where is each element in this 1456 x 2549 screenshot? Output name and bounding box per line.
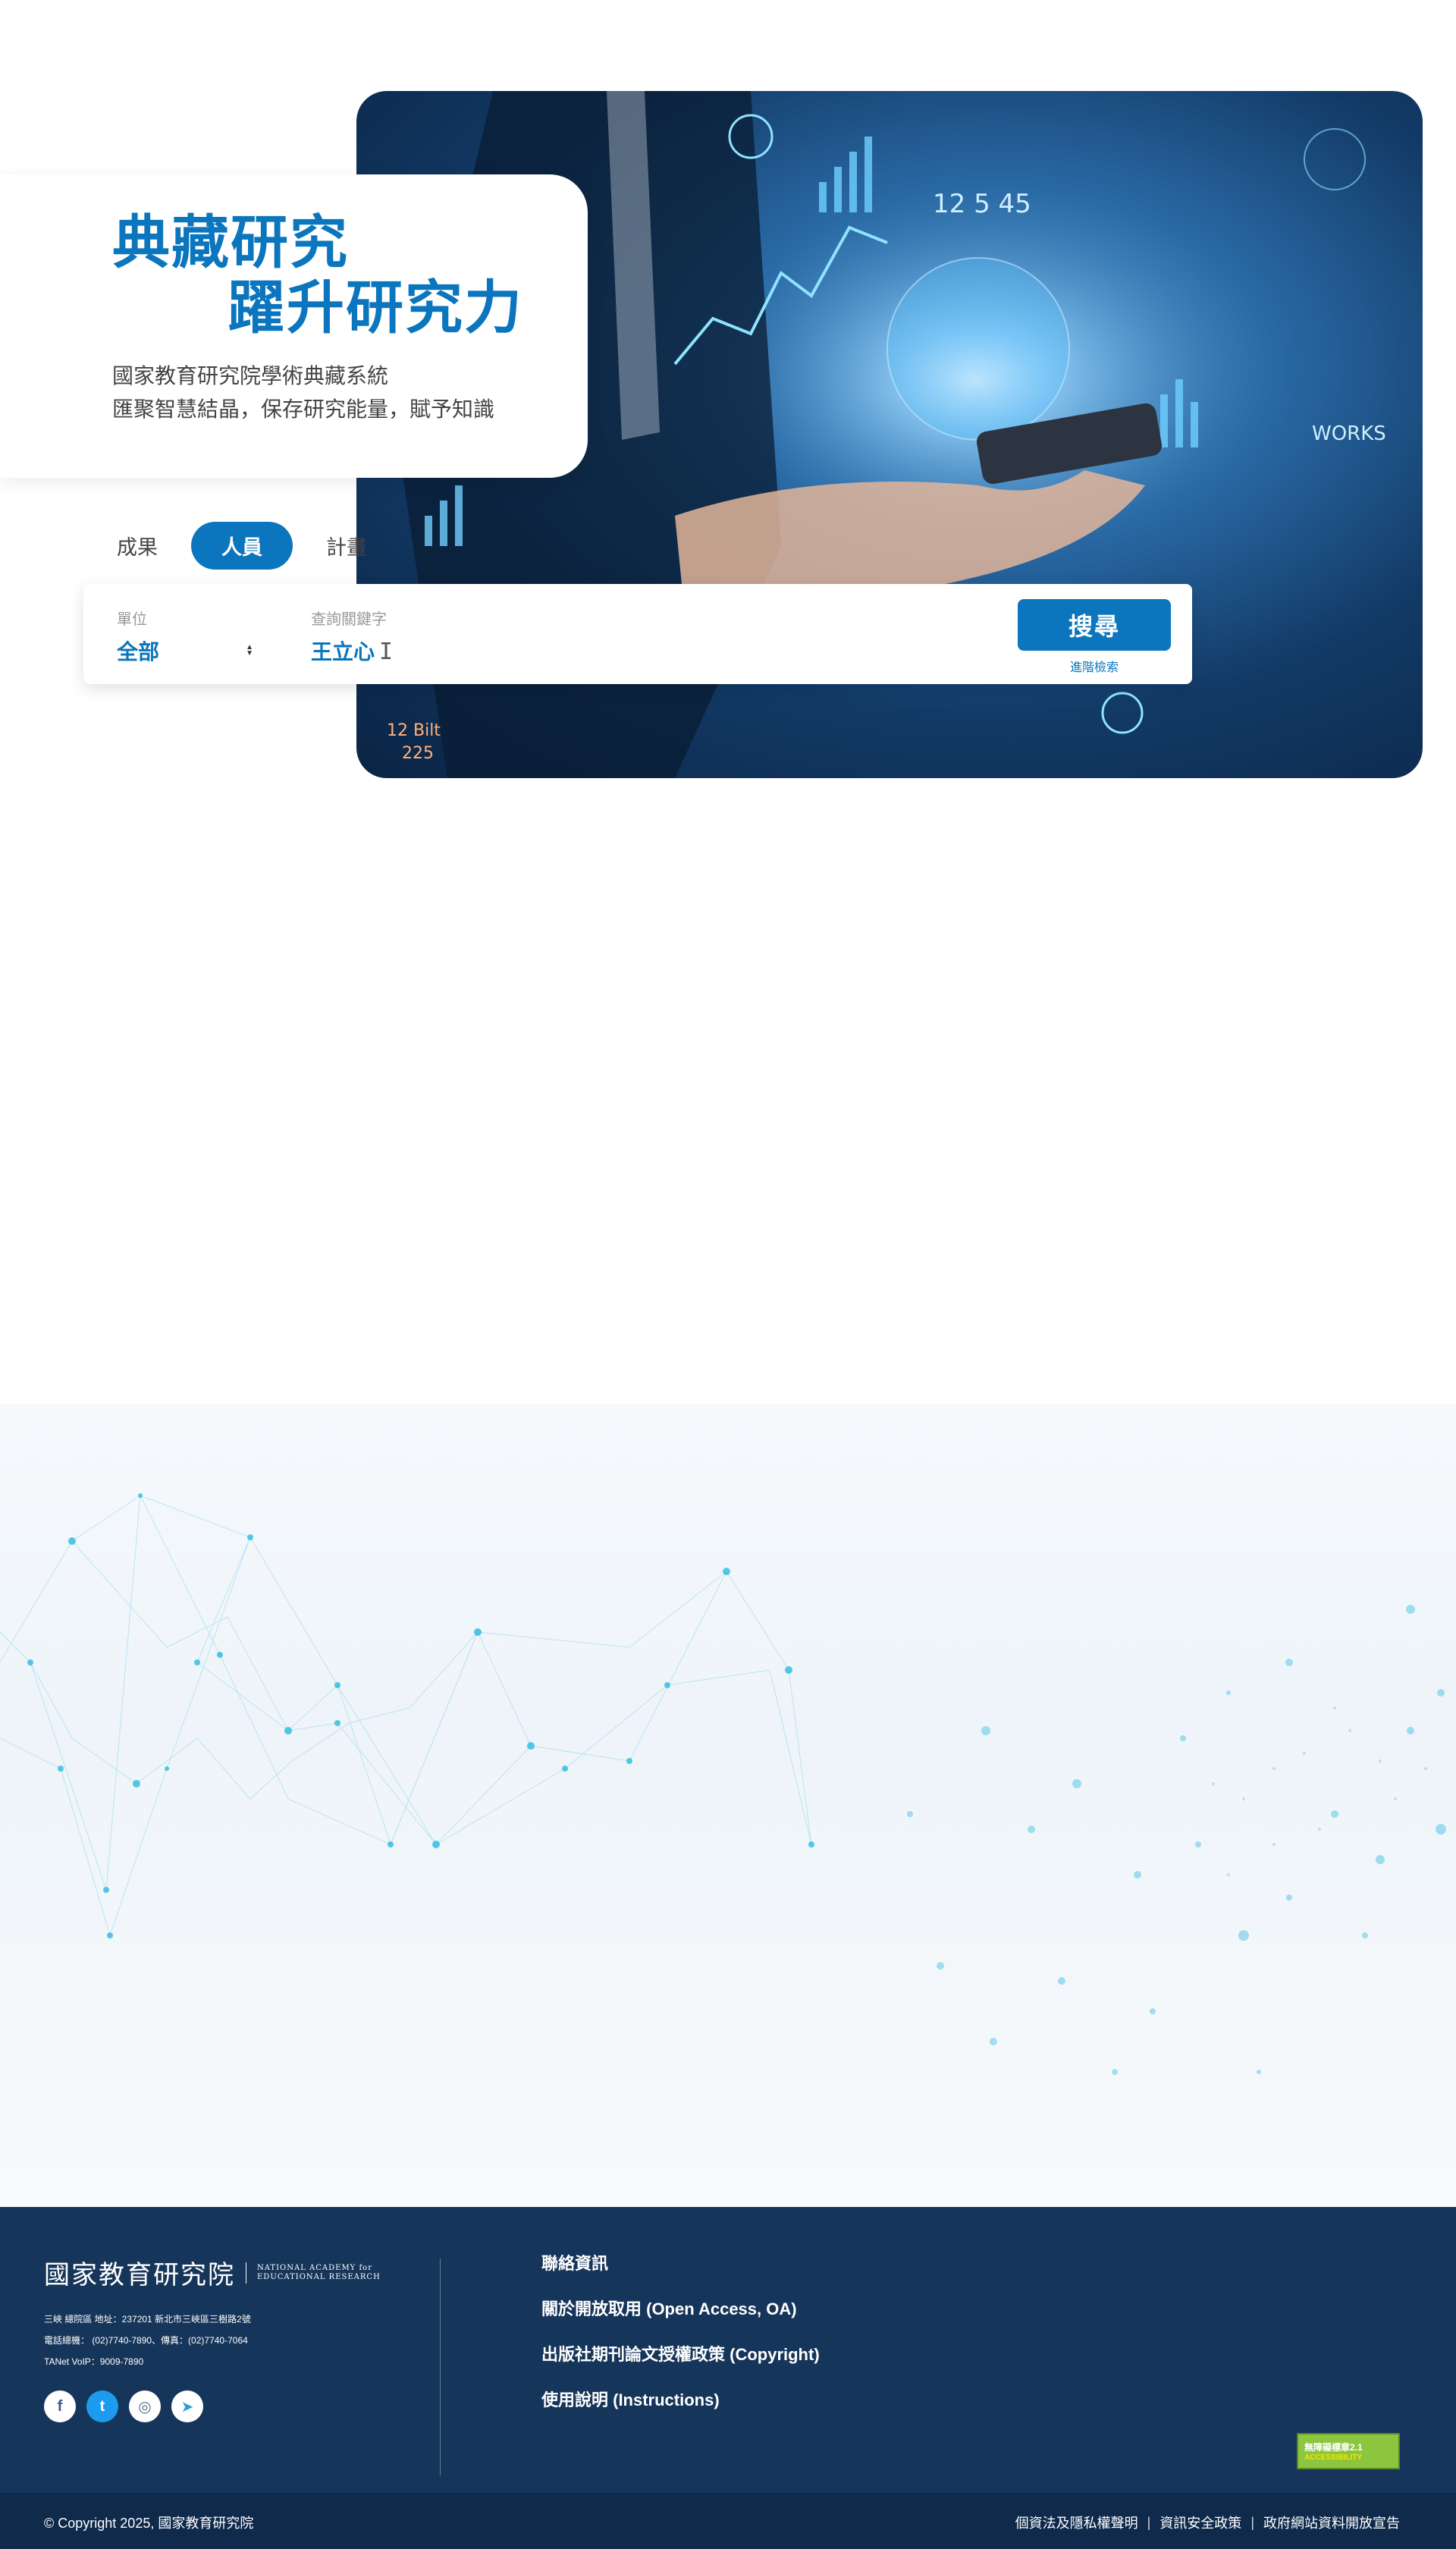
social-links: f t ◎ ➤ xyxy=(44,2390,203,2422)
footer-link-instructions[interactable]: 使用說明 (Instructions) xyxy=(541,2389,820,2412)
svg-text:12 5 45: 12 5 45 xyxy=(933,189,1031,219)
tab-people[interactable]: 人員 xyxy=(191,522,293,570)
security-policy-link[interactable]: 資訊安全政策 xyxy=(1159,2513,1241,2532)
footer-bottom-bar: © Copyright 2025, 國家教育研究院 個資法及隱私權聲明 | 資訊… xyxy=(0,2493,1456,2549)
advanced-search-link[interactable]: 進階檢索 xyxy=(1018,657,1171,675)
footer-contact-info: 三峽 總院區 地址：237201 新北市三峽區三樹路2號 電話總機： (02)7… xyxy=(44,2309,251,2372)
hero-title-line2: 躍升研究力 xyxy=(228,276,523,341)
hero-subtitle-line2: 匯聚智慧結晶，保存研究能量，賦予知識 xyxy=(112,397,495,421)
unit-label: 單位 xyxy=(117,611,147,628)
footer-divider xyxy=(440,2259,441,2475)
select-arrows-icon: ▲ ▼ xyxy=(246,643,253,658)
hero-subtitle-line1: 國家教育研究院學術典藏系統 xyxy=(112,364,389,388)
accessibility-badge[interactable]: 無障礙標章2.1 ACCESSIBILITY xyxy=(1297,2433,1400,2469)
telegram-icon[interactable]: ➤ xyxy=(171,2390,203,2422)
svg-text:12 Bilt: 12 Bilt xyxy=(387,721,441,740)
svg-text:225: 225 xyxy=(402,744,434,763)
page: 12 5 45 WORKS 12 Bilt 225 典藏研究 躍升研究力 國家教… xyxy=(0,0,1456,2549)
accessibility-badge-text: ACCESSIBILITY xyxy=(1304,2453,1363,2462)
footer-link-contact[interactable]: 聯絡資訊 xyxy=(541,2252,820,2275)
facebook-icon[interactable]: f xyxy=(44,2390,76,2422)
link-separator: | xyxy=(1250,2514,1254,2530)
privacy-policy-link[interactable]: 個資法及隱私權聲明 xyxy=(1015,2513,1138,2532)
logo-english-line1: NATIONAL ACADEMY for xyxy=(257,2263,372,2272)
tab-projects[interactable]: 計畫 xyxy=(312,522,381,570)
keyword-input[interactable] xyxy=(311,633,918,669)
hero-subtitle: 國家教育研究院學術典藏系統 匯聚智慧結晶，保存研究能量，賦予知識 xyxy=(112,359,588,426)
unit-select-value: 全部 xyxy=(117,640,160,664)
footer-address: 三峽 總院區 地址：237201 新北市三峽區三樹路2號 xyxy=(44,2314,251,2325)
link-separator: | xyxy=(1147,2514,1151,2530)
keyword-label: 查詢關鍵字 xyxy=(311,611,387,628)
footer-link-copyright[interactable]: 出版社期刊論文授權政策 (Copyright) xyxy=(541,2343,820,2366)
footer-voip: TANet VoIP：9009-7890 xyxy=(44,2356,144,2367)
footer-links: 聯絡資訊 關於開放取用 (Open Access, OA) 出版社期刊論文授權政… xyxy=(541,2252,820,2434)
tab-outcomes[interactable]: 成果 xyxy=(103,522,171,570)
search-button[interactable]: 搜尋 xyxy=(1018,599,1171,651)
footer-logo[interactable]: 國家教育研究院 NATIONAL ACADEMY for EDUCATIONAL… xyxy=(44,2254,381,2291)
search-tabs: 成果 人員 計畫 xyxy=(103,522,381,570)
footer: 國家教育研究院 NATIONAL ACADEMY for EDUCATIONAL… xyxy=(0,2207,1456,2493)
twitter-icon[interactable]: t xyxy=(86,2390,118,2422)
text-cursor-icon: I xyxy=(379,639,394,665)
hero-title: 典藏研究 xyxy=(112,211,349,275)
footer-phone: 電話總機： (02)7740-7890、傳真：(02)7740-7064 xyxy=(44,2335,248,2346)
unit-select[interactable]: 全部 ▲ ▼ xyxy=(117,636,253,666)
logo-english: NATIONAL ACADEMY for EDUCATIONAL RESEARC… xyxy=(257,2264,381,2282)
hero-card: 典藏研究 躍升研究力 國家教育研究院學術典藏系統 匯聚智慧結晶，保存研究能量，賦… xyxy=(0,174,588,478)
logo-english-line2: EDUCATIONAL RESEARCH xyxy=(257,2272,381,2281)
svg-text:WORKS: WORKS xyxy=(1312,422,1386,445)
bottom-links: 個資法及隱私權聲明 | 資訊安全政策 | 政府網站資料開放宣告 xyxy=(1015,2513,1400,2532)
open-data-link[interactable]: 政府網站資料開放宣告 xyxy=(1263,2513,1400,2532)
logo-text: 國家教育研究院 xyxy=(44,2260,235,2290)
instagram-icon[interactable]: ◎ xyxy=(129,2390,161,2422)
footer-link-open-access[interactable]: 關於開放取用 (Open Access, OA) xyxy=(541,2298,820,2321)
search-box: 單位 全部 ▲▼ 查詢關鍵字 I 搜尋 進階檢索 xyxy=(83,584,1192,684)
network-decoration xyxy=(0,1405,1456,2207)
copyright-text: © Copyright 2025, 國家教育研究院 xyxy=(44,2516,254,2531)
accessibility-badge-title: 無障礙標章2.1 xyxy=(1304,2442,1363,2453)
